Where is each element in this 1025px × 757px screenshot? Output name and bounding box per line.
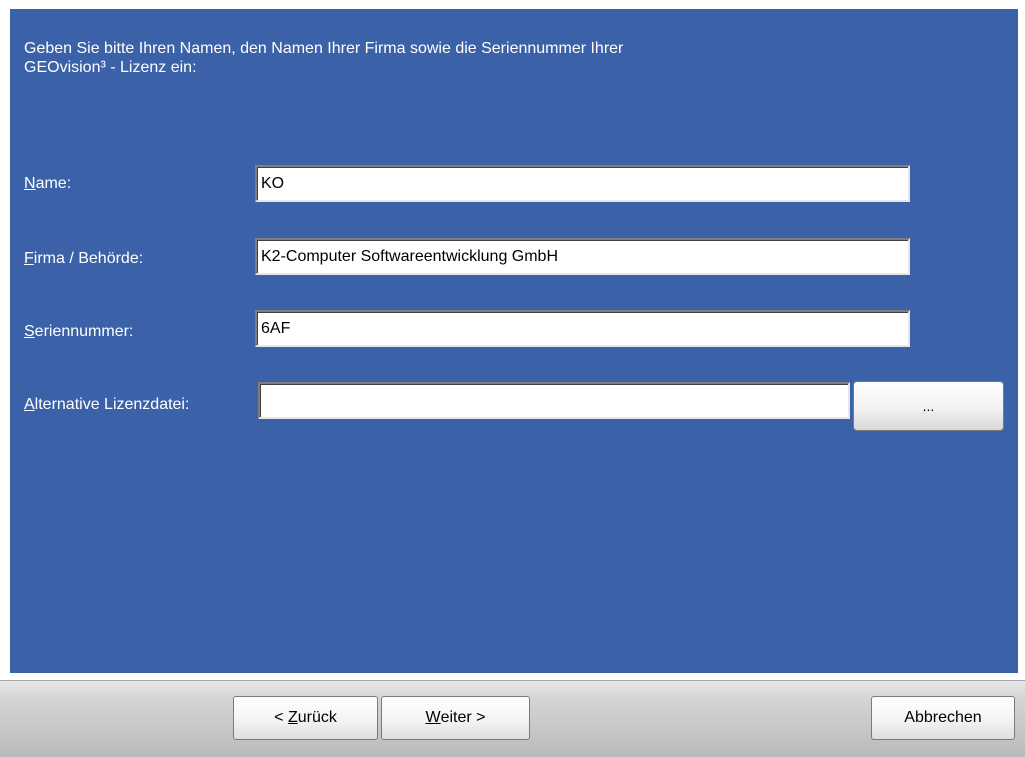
name-field[interactable]	[255, 165, 910, 202]
serial-input[interactable]	[257, 312, 908, 345]
back-button-label: urück	[297, 709, 337, 726]
name-input[interactable]	[257, 167, 908, 200]
license-file-field[interactable]	[258, 382, 850, 419]
next-button-label: eiter >	[440, 709, 486, 726]
company-label-text: irma / Behörde:	[33, 250, 144, 267]
back-button-prefix: <	[274, 709, 288, 726]
instructions-text: Geben Sie bitte Ihren Namen, den Namen I…	[24, 39, 884, 77]
instructions-line-1: Geben Sie bitte Ihren Namen, den Namen I…	[24, 40, 624, 57]
next-button[interactable]: Weiter >	[381, 696, 530, 740]
cancel-button-label: Abbrechen	[904, 709, 982, 726]
serial-label-text: eriennummer:	[34, 323, 134, 340]
instructions-line-2: GEOvision³ - Lizenz ein:	[24, 59, 197, 76]
license-file-label-mnemonic: A	[24, 396, 35, 413]
serial-label-mnemonic: S	[24, 323, 35, 340]
company-input[interactable]	[257, 240, 908, 273]
cancel-button[interactable]: Abbrechen	[871, 696, 1015, 740]
license-file-label-text: lternative Lizenzdatei:	[34, 396, 190, 413]
next-button-mnemonic: W	[425, 709, 441, 726]
name-label-text: ame:	[35, 175, 72, 192]
company-label-mnemonic: F	[24, 250, 34, 267]
name-label-mnemonic: N	[24, 175, 36, 192]
company-field[interactable]	[255, 238, 910, 275]
serial-field[interactable]	[255, 310, 910, 347]
back-button-mnemonic: Z	[287, 709, 298, 726]
license-file-input[interactable]	[260, 384, 848, 417]
serial-label: Seriennummer:	[24, 323, 133, 341]
back-button[interactable]: < Zurück	[233, 696, 378, 740]
name-label: Name:	[24, 175, 71, 193]
browse-button[interactable]: ...	[853, 381, 1004, 431]
company-label: Firma / Behörde:	[24, 250, 143, 268]
license-file-label: Alternative Lizenzdatei:	[24, 396, 189, 414]
